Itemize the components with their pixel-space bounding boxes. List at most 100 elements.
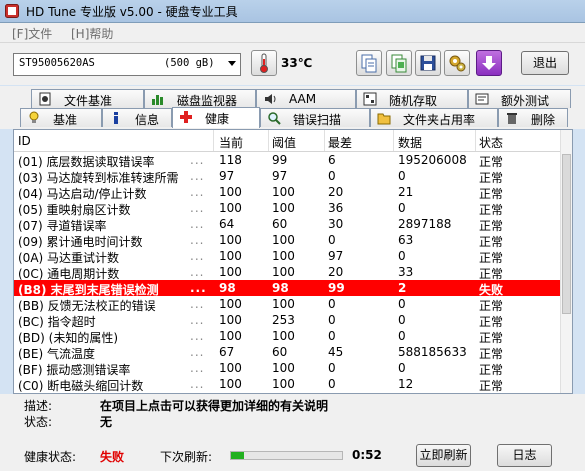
table-row[interactable]: (04) 马达启动/停止计数... 100 100 20 21 正常 [14, 184, 562, 201]
col-header-worst[interactable]: 最差 [328, 134, 352, 151]
cell-worst: 6 [328, 153, 336, 167]
cell-data: 0 [398, 297, 406, 311]
cell-worst: 20 [328, 185, 344, 199]
col-header-data[interactable]: 数据 [398, 134, 422, 151]
cell-cur: 97 [219, 169, 235, 183]
smart-table: ID 当前 阈值 最差 数据 状态 (01) 底层数据读取错误率... 118 99… [14, 130, 562, 393]
col-header-current[interactable]: 当前 [219, 134, 243, 151]
table-row[interactable]: (05) 重映射扇区计数... 100 100 36 0 正常 [14, 200, 562, 217]
tab-aam[interactable]: AAM [256, 89, 356, 108]
cell-cur: 100 [219, 313, 242, 327]
cell-cur: 100 [219, 201, 242, 215]
cell-worst: 0 [328, 233, 336, 247]
tab-disk-monitor[interactable]: 磁盘监视器 [144, 89, 256, 108]
save-button[interactable] [415, 50, 441, 76]
tab-info[interactable]: 信息 [102, 108, 172, 127]
tab-error-scan[interactable]: 错误扫描 [260, 108, 370, 127]
cell-cur: 100 [219, 361, 242, 375]
table-row[interactable]: (BB) 反馈无法校正的错误... 100 100 0 0 正常 [14, 296, 562, 313]
cell-data: 0 [398, 329, 406, 343]
col-header-id[interactable]: ID [18, 134, 31, 148]
table-row[interactable]: (0C) 通电周期计数... 100 100 20 33 正常 [14, 264, 562, 281]
copy-text-button[interactable] [356, 50, 382, 76]
table-row[interactable]: (01) 底层数据读取错误率... 118 99 6 195206008 正常 [14, 152, 562, 169]
cell-worst: 97 [328, 249, 344, 263]
exit-button[interactable]: 退出 [521, 51, 569, 75]
download-button[interactable] [476, 50, 502, 76]
vertical-scrollbar[interactable] [560, 130, 572, 393]
cell-worst: 0 [328, 313, 336, 327]
cell-thr: 100 [272, 377, 295, 391]
cell-cur: 100 [219, 329, 242, 343]
table-row[interactable]: (C0) 断电磁头缩回计数... 100 100 0 12 正常 [14, 376, 562, 393]
table-row[interactable]: (B8) 末尾到末尾错误检测... 98 98 99 2 失败 [14, 280, 562, 297]
tab-erase[interactable]: 删除 [498, 108, 568, 127]
cell-data: 2 [398, 281, 407, 295]
table-header: ID 当前 阈值 最差 数据 状态 [14, 130, 562, 152]
options-button[interactable] [444, 50, 470, 76]
tab-label: 信息 [135, 113, 160, 127]
ellipsis-marker: ... [190, 201, 205, 215]
cell-data: 0 [398, 313, 406, 327]
tab-random-access[interactable]: 随机存取 [356, 89, 468, 108]
temperature-readout: 33℃ [281, 56, 313, 70]
floppy-disk-icon [420, 55, 436, 71]
drive-size: (500 gB) [164, 57, 215, 69]
tab-benchmark[interactable]: 基准 [20, 108, 102, 127]
ellipsis-marker: ... [190, 281, 207, 295]
cell-thr: 100 [272, 185, 295, 199]
cell-data: 195206008 [398, 153, 467, 167]
cell-worst: 0 [328, 297, 336, 311]
table-row[interactable]: (BD) (未知的属性)... 100 100 0 0 正常 [14, 328, 562, 345]
ellipsis-marker: ... [190, 297, 205, 311]
copy-image-icon [391, 54, 407, 73]
cell-data: 0 [398, 361, 406, 375]
menu-bar: [F]文件 [H]帮助 [0, 23, 585, 43]
table-row[interactable]: (BE) 气流温度... 67 60 45 588185633 正常 [14, 344, 562, 361]
cell-cur: 100 [219, 377, 242, 391]
tab-label: 额外测试 [501, 94, 550, 108]
lightbulb-icon [29, 111, 39, 123]
ellipsis-marker: ... [190, 265, 205, 279]
cell-status: 正常 [479, 379, 504, 393]
table-row[interactable]: (0A) 马达重试计数... 100 100 97 0 正常 [14, 248, 562, 265]
refresh-timer: 0:52 [352, 448, 382, 462]
col-header-threshold[interactable]: 阈值 [272, 134, 296, 151]
tab-extra-tests[interactable]: 额外测试 [468, 89, 571, 108]
refresh-now-button[interactable]: 立即刷新 [416, 444, 471, 467]
info-icon [114, 112, 118, 124]
ellipsis-marker: ... [190, 233, 205, 247]
cell-thr: 100 [272, 249, 295, 263]
cell-data: 33 [398, 265, 414, 279]
thermometer-button[interactable] [251, 50, 277, 76]
menu-help[interactable]: [H]帮助 [71, 25, 113, 42]
table-row[interactable]: (03) 马达旋转到标准转速所需... 97 97 0 0 正常 [14, 168, 562, 185]
cell-thr: 98 [272, 281, 289, 295]
toolbar: ST95005620AS (500 gB) 33℃ 退出 [0, 43, 585, 85]
cell-worst: 45 [328, 345, 344, 359]
table-row[interactable]: (09) 累计通电时间计数... 100 100 0 63 正常 [14, 232, 562, 249]
tab-health[interactable]: 健康 [172, 107, 260, 128]
column-divider [213, 130, 214, 151]
table-row[interactable]: (BC) 指令超时... 100 253 0 0 正常 [14, 312, 562, 329]
menu-file[interactable]: [F]文件 [12, 25, 52, 42]
table-row[interactable]: (07) 寻道错误率... 64 60 30 2897188 正常 [14, 216, 562, 233]
cell-thr: 100 [272, 329, 295, 343]
scrollbar-thumb[interactable] [562, 154, 571, 314]
drive-select[interactable]: ST95005620AS (500 gB) [13, 53, 241, 76]
app-icon [5, 4, 19, 18]
magnifier-icon [268, 112, 281, 125]
window-title: HD Tune 专业版 v5.00 - 硬盘专业工具 [26, 5, 238, 19]
table-row[interactable]: (BF) 振动感测错误率... 100 100 0 0 正常 [14, 360, 562, 377]
random-access-icon [363, 92, 377, 106]
cell-worst: 0 [328, 329, 336, 343]
title-bar: HD Tune 专业版 v5.00 - 硬盘专业工具 [0, 0, 585, 23]
log-button[interactable]: 日志 [497, 444, 552, 467]
col-header-status[interactable]: 状态 [479, 134, 503, 151]
cell-thr: 100 [272, 265, 295, 279]
cell-data: 0 [398, 249, 406, 263]
tab-file-benchmark[interactable]: 文件基准 [31, 89, 144, 108]
extra-tests-icon [475, 93, 489, 105]
tab-folder-usage[interactable]: 文件夹占用率 [370, 108, 498, 127]
copy-screenshot-button[interactable] [386, 50, 412, 76]
